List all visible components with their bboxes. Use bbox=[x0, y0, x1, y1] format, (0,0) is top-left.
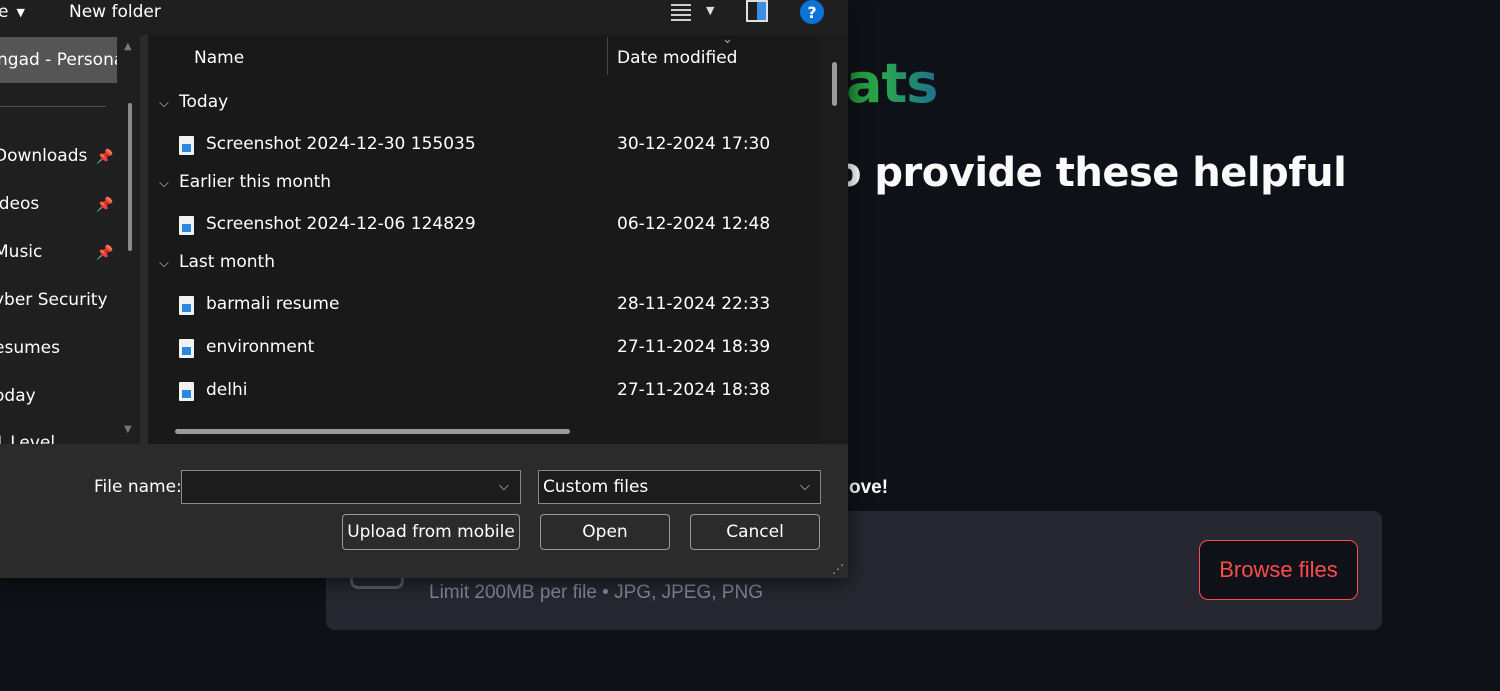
chevron-down-icon: ⌵ bbox=[159, 256, 169, 271]
nav-item-downloads[interactable]: Downloads bbox=[0, 146, 87, 166]
file-row[interactable]: delhi 27-11-2024 18:38 bbox=[148, 379, 828, 415]
sort-chevron-icon: ⌄ bbox=[722, 35, 733, 47]
nav-scrollbar-thumb[interactable] bbox=[128, 103, 132, 251]
group-header-earlier-this-month[interactable]: ⌵ Earlier this month bbox=[159, 172, 331, 192]
group-label: Today bbox=[179, 92, 229, 112]
file-row[interactable]: environment 27-11-2024 18:39 bbox=[148, 336, 828, 372]
nav-item-music[interactable]: Music bbox=[0, 242, 42, 262]
file-row[interactable]: barmali resume 28-11-2024 22:33 bbox=[148, 293, 828, 329]
chevron-down-icon: ⌵ bbox=[159, 96, 169, 111]
nav-item-onedrive-personal[interactable]: ngad - Persona bbox=[0, 37, 117, 83]
image-file-icon bbox=[179, 339, 194, 358]
nav-item-label: ngad - Persona bbox=[0, 50, 117, 70]
file-date: 27-11-2024 18:39 bbox=[617, 337, 771, 357]
upload-from-mobile-button[interactable]: Upload from mobile bbox=[342, 514, 520, 550]
open-button[interactable]: Open bbox=[540, 514, 670, 550]
file-name: delhi bbox=[206, 380, 248, 400]
nav-item-label: yber Security bbox=[0, 290, 108, 310]
file-date: 06-12-2024 12:48 bbox=[617, 214, 771, 234]
page-heading: o provide these helpful bbox=[834, 150, 1347, 196]
nav-item-label: esumes bbox=[0, 338, 60, 358]
column-header-name[interactable]: Name bbox=[194, 48, 244, 68]
cancel-button[interactable]: Cancel bbox=[690, 514, 820, 550]
file-name: environment bbox=[206, 337, 315, 357]
file-row[interactable]: Screenshot 2024-12-30 155035 30-12-2024 … bbox=[148, 133, 828, 169]
group-label: Last month bbox=[179, 252, 275, 272]
nav-item-resumes[interactable]: esumes bbox=[0, 338, 60, 358]
view-options-caret-icon[interactable]: ▼ bbox=[706, 4, 714, 17]
nav-item-label: oday bbox=[0, 386, 36, 406]
image-file-icon bbox=[179, 216, 194, 235]
column-separator[interactable] bbox=[607, 37, 608, 75]
file-type-select[interactable]: Custom files bbox=[538, 470, 821, 504]
file-type-value: Custom files bbox=[543, 477, 649, 497]
view-mode-icon[interactable] bbox=[669, 1, 693, 22]
file-date: 28-11-2024 22:33 bbox=[617, 294, 771, 314]
upload-limit-text: Limit 200MB per file • JPG, JPEG, PNG bbox=[429, 582, 763, 603]
organize-menu-button[interactable]: e ▼ bbox=[0, 2, 25, 22]
vertical-scrollbar-thumb[interactable] bbox=[832, 62, 837, 106]
pin-icon[interactable]: 📌 bbox=[96, 197, 113, 213]
preview-pane-icon[interactable] bbox=[746, 0, 768, 22]
resize-grip-icon[interactable]: ⋰ bbox=[832, 562, 844, 576]
file-row[interactable]: Screenshot 2024-12-06 124829 06-12-2024 … bbox=[148, 213, 828, 249]
navigation-pane: ▲ ngad - Persona Downloads 📌 ideos 📌 Mus… bbox=[0, 35, 140, 444]
caret-down-icon: ▼ bbox=[16, 5, 25, 19]
file-name-input[interactable] bbox=[181, 470, 521, 504]
column-header-date-modified[interactable]: Date modified bbox=[617, 48, 737, 68]
nav-item-label: Music bbox=[0, 242, 43, 262]
pane-splitter[interactable] bbox=[140, 35, 148, 444]
file-name: Screenshot 2024-12-30 155035 bbox=[206, 134, 476, 154]
scroll-down-arrow-icon[interactable]: ▼ bbox=[124, 424, 132, 435]
app-logo-fragment: ats bbox=[846, 52, 938, 115]
browse-files-button[interactable]: Browse files bbox=[1199, 540, 1358, 600]
scroll-up-arrow-icon[interactable]: ▲ bbox=[124, 41, 132, 52]
image-file-icon bbox=[179, 382, 194, 401]
file-date: 27-11-2024 18:38 bbox=[617, 380, 771, 400]
nav-item-label: Downloads bbox=[0, 146, 88, 166]
horizontal-scrollbar-thumb[interactable] bbox=[175, 429, 570, 434]
new-folder-button[interactable]: New folder bbox=[69, 2, 161, 22]
file-name: barmali resume bbox=[206, 294, 340, 314]
nav-item-videos[interactable]: ideos bbox=[0, 194, 39, 214]
group-header-today[interactable]: ⌵ Today bbox=[159, 92, 228, 112]
pin-icon[interactable]: 📌 bbox=[96, 245, 113, 261]
file-date: 30-12-2024 17:30 bbox=[617, 134, 771, 154]
chevron-down-icon: ⌵ bbox=[159, 176, 169, 191]
file-list: Name Date modified ⌄ ⌵ Today Screenshot 2… bbox=[148, 35, 848, 444]
group-header-last-month[interactable]: ⌵ Last month bbox=[159, 252, 275, 272]
help-icon[interactable]: ? bbox=[800, 0, 824, 24]
nav-divider bbox=[0, 106, 106, 107]
nav-item-label: ideos bbox=[0, 194, 40, 214]
image-file-icon bbox=[179, 136, 194, 155]
nav-item-label: 1 Level bbox=[0, 433, 56, 444]
group-label: Earlier this month bbox=[179, 172, 332, 192]
upload-hint: ove! bbox=[849, 477, 889, 498]
file-open-dialog: e ▼ New folder ▼ ? ▲ ngad - Persona Downl… bbox=[0, 0, 848, 578]
dialog-toolbar: e ▼ New folder ▼ ? bbox=[0, 0, 848, 35]
organize-label: e bbox=[0, 2, 9, 22]
nav-item-cyber-security[interactable]: yber Security bbox=[0, 290, 108, 310]
nav-item-level[interactable]: 1 Level bbox=[0, 433, 55, 444]
image-file-icon bbox=[179, 296, 194, 315]
pin-icon[interactable]: 📌 bbox=[96, 149, 113, 165]
nav-item-today[interactable]: oday bbox=[0, 386, 36, 406]
file-name: Screenshot 2024-12-06 124829 bbox=[206, 214, 476, 234]
file-name-label: File name: bbox=[94, 477, 182, 497]
